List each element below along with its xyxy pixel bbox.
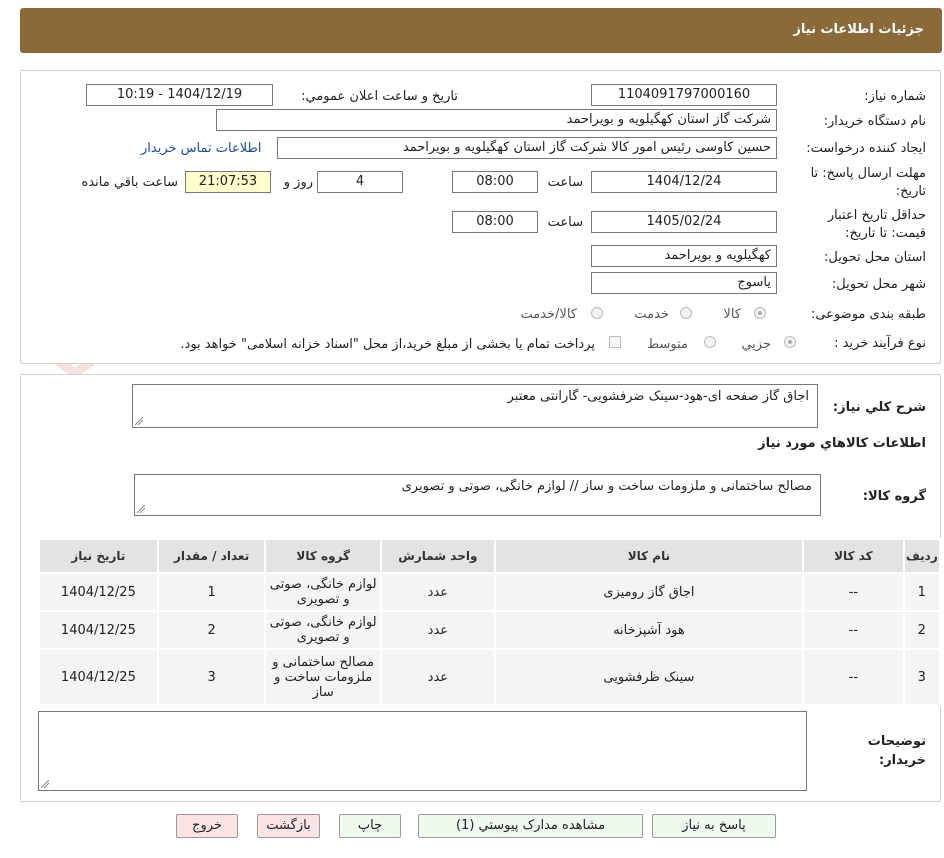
details-panel: شرح کلي نياز: اجاق گاز صفحه ای-هود-سینک … — [20, 374, 942, 802]
view-attachments-button[interactable]: مشاهده مدارک پيوستي (1) — [418, 814, 643, 838]
cell-date: 1404/12/25 — [38, 610, 159, 650]
purchase-type-option-medium: متوسط — [647, 337, 688, 352]
cell-group: مصالح ساختمانی و ملزومات ساخت و ساز — [264, 648, 383, 706]
reply-button[interactable]: پاسخ به نياز — [652, 814, 776, 838]
buyer-notes-label: توضيحات خريدار: — [867, 734, 926, 768]
category-option-service: خدمت — [634, 307, 669, 322]
col-header-row-number: رديف — [902, 538, 942, 574]
col-header-group: گروه کالا — [264, 538, 383, 574]
col-header-date: تاريخ نياز — [38, 538, 159, 574]
col-header-unit: واحد شمارش — [380, 538, 496, 574]
goods-group-field: مصالح ساختمانی و ملزومات ساخت و ساز // ل… — [134, 474, 821, 516]
category-option-goods: کالا — [723, 307, 741, 322]
table-row: 3 -- سینک ظرفشویی عدد مصالح ساختمانی و م… — [38, 648, 942, 706]
table-header-row: رديف کد کالا نام کالا واحد شمارش گروه کا… — [38, 538, 942, 574]
purchase-type-note: پرداخت تمام یا بخشی از مبلغ خرید،از محل … — [180, 337, 595, 352]
buyer-org-label: نام دستگاه خريدار: — [823, 114, 926, 129]
delivery-province-label: استان محل تحويل: — [824, 250, 926, 265]
goods-info-title: اطلاعات کالاهاي مورد نياز — [758, 436, 926, 451]
announce-datetime-label: تاریخ و ساعت اعلان عمومي: — [301, 89, 458, 104]
buyer-org-field: شرکت گاز استان کهگیلویه و بویراحمد — [216, 109, 777, 131]
category-radio-goods-service[interactable] — [591, 307, 603, 319]
back-button[interactable]: بازگشت — [257, 814, 320, 838]
page-header: جزئیات اطلاعات نیاز — [20, 8, 942, 53]
reply-deadline-label: مهلت ارسال پاسخ: تا تاریخ: — [810, 166, 926, 199]
info-panel: شماره نیاز: 1104091797000160 تاریخ و ساع… — [20, 70, 941, 364]
remaining-time-label: ساعت باقي مانده — [81, 175, 178, 190]
cell-date: 1404/12/25 — [38, 572, 159, 612]
cell-code: -- — [802, 572, 905, 612]
announce-datetime-field: 1404/12/19 - 10:19 — [86, 84, 273, 106]
reply-deadline-days-field: 4 — [317, 171, 403, 193]
cell-date: 1404/12/25 — [38, 648, 159, 706]
cell-name: اجاق گاز رومیزی — [493, 572, 805, 612]
delivery-city-field: یاسوج — [591, 272, 777, 294]
col-header-quantity: تعداد / مقدار — [156, 538, 267, 574]
purchase-type-option-minor: جزيي — [741, 337, 771, 352]
delivery-city-label: شهر محل تحويل: — [831, 277, 926, 292]
summary-text: اجاق گاز صفحه ای-هود-سینک ضرفشویی- گاران… — [507, 389, 809, 404]
summary-field: اجاق گاز صفحه ای-هود-سینک ضرفشویی- گاران… — [132, 384, 818, 428]
category-label: طبقه بندی موضوعی: — [810, 307, 926, 322]
col-header-name: نام کالا — [493, 538, 805, 574]
cell-group: لوازم خانگی، صوتی و تصویری — [264, 572, 383, 612]
category-radio-goods[interactable] — [754, 307, 766, 319]
cell-unit: عدد — [380, 610, 496, 650]
treasury-checkbox[interactable] — [609, 336, 621, 348]
purchase-type-label: نوع فرآيند خريد : — [834, 336, 926, 351]
cell-quantity: 1 — [156, 572, 267, 612]
reply-deadline-time-label: ساعت — [547, 175, 583, 190]
resize-grip-icon — [137, 505, 145, 513]
price-validity-time-label: ساعت — [547, 215, 583, 230]
resize-grip-icon — [41, 780, 49, 788]
cell-name: سینک ظرفشویی — [493, 648, 805, 706]
delivery-province-field: کهگیلویه و بویراحمد — [591, 245, 777, 267]
price-validity-label: حداقل تاريخ اعتبار قيمت: تا تاريخ: — [827, 208, 926, 241]
goods-group-text: مصالح ساختمانی و ملزومات ساخت و ساز // ل… — [401, 479, 812, 494]
reply-deadline-days-label: روز و — [283, 175, 313, 190]
purchase-type-radio-medium[interactable] — [704, 336, 716, 348]
col-header-code: کد کالا — [802, 538, 905, 574]
cell-name: هود آشپزخانه — [493, 610, 805, 650]
reply-deadline-date-field: 1404/12/24 — [591, 171, 777, 193]
cell-unit: عدد — [380, 572, 496, 612]
table-row: 1 -- اجاق گاز رومیزی عدد لوازم خانگی، صو… — [38, 572, 942, 612]
need-number-field: 1104091797000160 — [591, 84, 777, 106]
cell-quantity: 2 — [156, 610, 267, 650]
reply-deadline-time-field: 08:00 — [452, 171, 538, 193]
buyer-notes-field — [38, 711, 807, 791]
cell-unit: عدد — [380, 648, 496, 706]
requester-label: ايجاد کننده درخواست: — [806, 141, 926, 156]
requester-field: حسین کاوسی رئیس امور کالا شرکت گاز استان… — [277, 137, 777, 159]
category-radio-service[interactable] — [680, 307, 692, 319]
category-option-goods-service: کالا/خدمت — [520, 307, 577, 322]
buyer-contact-link[interactable]: اطلاعات تماس خريدار — [141, 141, 261, 156]
cell-code: -- — [802, 648, 905, 706]
page-title: جزئیات اطلاعات نیاز — [793, 22, 924, 37]
remaining-time-field: 21:07:53 — [185, 171, 271, 193]
price-validity-date-field: 1405/02/24 — [591, 211, 777, 233]
goods-group-label: گروه کالا: — [862, 489, 926, 504]
price-validity-time-field: 08:00 — [452, 211, 538, 233]
items-table: رديف کد کالا نام کالا واحد شمارش گروه کا… — [38, 538, 942, 706]
cell-row-number: 3 — [902, 648, 942, 706]
table-row: 2 -- هود آشپزخانه عدد لوازم خانگی، صوتی … — [38, 610, 942, 650]
cell-quantity: 3 — [156, 648, 267, 706]
print-button[interactable]: چاپ — [339, 814, 401, 838]
cell-row-number: 2 — [902, 610, 942, 650]
cell-code: -- — [802, 610, 905, 650]
cell-row-number: 1 — [902, 572, 942, 612]
summary-label: شرح کلي نياز: — [832, 400, 926, 415]
need-number-label: شماره نیاز: — [864, 89, 926, 104]
exit-button[interactable]: خروج — [176, 814, 238, 838]
resize-grip-icon — [135, 417, 143, 425]
purchase-type-radio-minor[interactable] — [784, 336, 796, 348]
cell-group: لوازم خانگی، صوتی و تصویری — [264, 610, 383, 650]
